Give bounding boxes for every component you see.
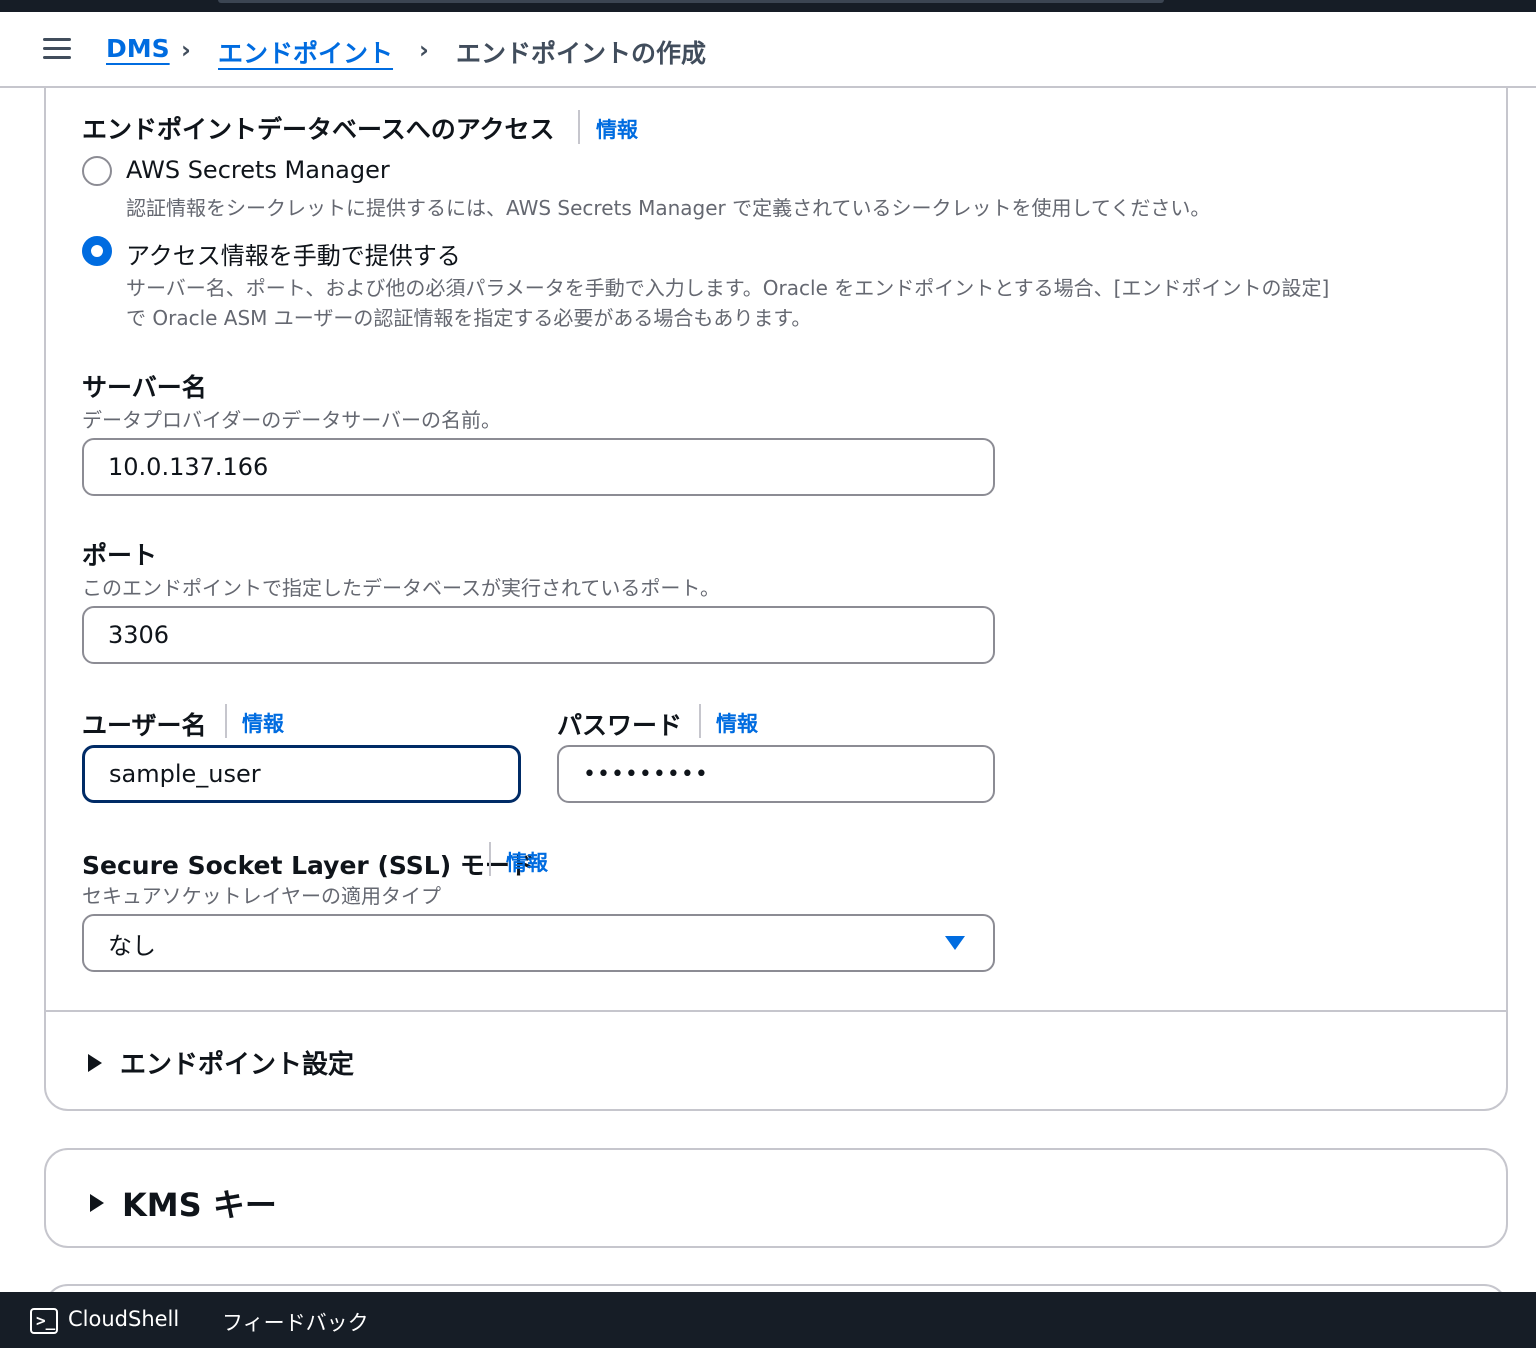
caret-down-icon [945, 936, 965, 950]
endpoint-settings-expander[interactable]: エンドポイント設定 [88, 1044, 354, 1081]
port-input[interactable]: 3306 [82, 606, 995, 664]
feedback-button[interactable]: フィードバック [222, 1307, 369, 1337]
password-info-link[interactable]: 情報 [716, 708, 758, 738]
username-info-link[interactable]: 情報 [242, 708, 284, 738]
search-bar-edge[interactable] [218, 0, 1164, 3]
menu-icon[interactable] [43, 38, 71, 60]
cloudshell-icon[interactable]: >_ [30, 1308, 58, 1334]
info-separator [225, 704, 227, 738]
caret-right-icon [90, 1194, 104, 1212]
secrets-manager-description: 認証情報をシークレットに提供するには、AWS Secrets Manager で… [126, 196, 1211, 220]
cloudshell-button[interactable]: CloudShell [68, 1307, 179, 1331]
info-separator [578, 110, 580, 144]
manual-access-label[interactable]: アクセス情報を手動で提供する [126, 236, 461, 271]
ssl-mode-select[interactable]: なし [82, 914, 995, 972]
chevron-right-icon: › [419, 36, 429, 64]
password-input[interactable]: ••••••••• [557, 745, 995, 803]
manual-access-description-line1: サーバー名、ポート、および他の必須パラメータを手動で入力します。Oracle を… [126, 276, 1330, 300]
ssl-mode-description: セキュアソケットレイヤーの適用タイプ [82, 884, 441, 908]
kms-key-label: KMS キー [122, 1186, 277, 1224]
info-separator [699, 704, 701, 738]
kms-key-expander[interactable]: KMS キー [90, 1180, 277, 1226]
password-label: パスワード [557, 711, 683, 740]
username-input[interactable]: sample_user [82, 745, 521, 803]
caret-right-icon [88, 1053, 102, 1072]
server-name-label: サーバー名 [82, 373, 207, 402]
chevron-right-icon: › [181, 36, 191, 64]
panel-divider [46, 1010, 1506, 1012]
console-footer: >_ CloudShell フィードバック [0, 1292, 1536, 1348]
port-description: このエンドポイントで指定したデータベースが実行されているポート。 [82, 576, 720, 600]
endpoint-settings-label: エンドポイント設定 [120, 1050, 355, 1080]
server-name-input[interactable]: 10.0.137.166 [82, 438, 995, 496]
info-separator [489, 842, 491, 876]
top-navigation-bar [0, 0, 1536, 12]
breadcrumb-endpoints-link[interactable]: エンドポイント [218, 34, 393, 70]
secrets-manager-label[interactable]: AWS Secrets Manager [126, 156, 390, 184]
breadcrumb: DMS › エンドポイント › エンドポイントの作成 [0, 12, 1536, 88]
breadcrumb-dms-link[interactable]: DMS [106, 34, 170, 63]
access-heading: エンドポイントデータベースへのアクセス [82, 115, 555, 144]
port-label: ポート [82, 541, 158, 570]
secrets-manager-radio[interactable] [82, 156, 112, 186]
ssl-mode-value: なし [108, 931, 156, 960]
access-info-link[interactable]: 情報 [596, 114, 638, 144]
ssl-mode-label: Secure Socket Layer (SSL) モード [82, 851, 535, 880]
manual-access-description-line2: で Oracle ASM ユーザーの認証情報を指定する必要がある場合もあります。 [126, 306, 812, 330]
username-label: ユーザー名 [82, 711, 207, 740]
server-name-description: データプロバイダーのデータサーバーの名前。 [82, 408, 501, 432]
ssl-info-link[interactable]: 情報 [506, 847, 548, 877]
manual-access-radio[interactable] [82, 236, 112, 266]
breadcrumb-current: エンドポイントの作成 [456, 39, 707, 68]
kms-key-card: KMS キー [44, 1148, 1508, 1248]
